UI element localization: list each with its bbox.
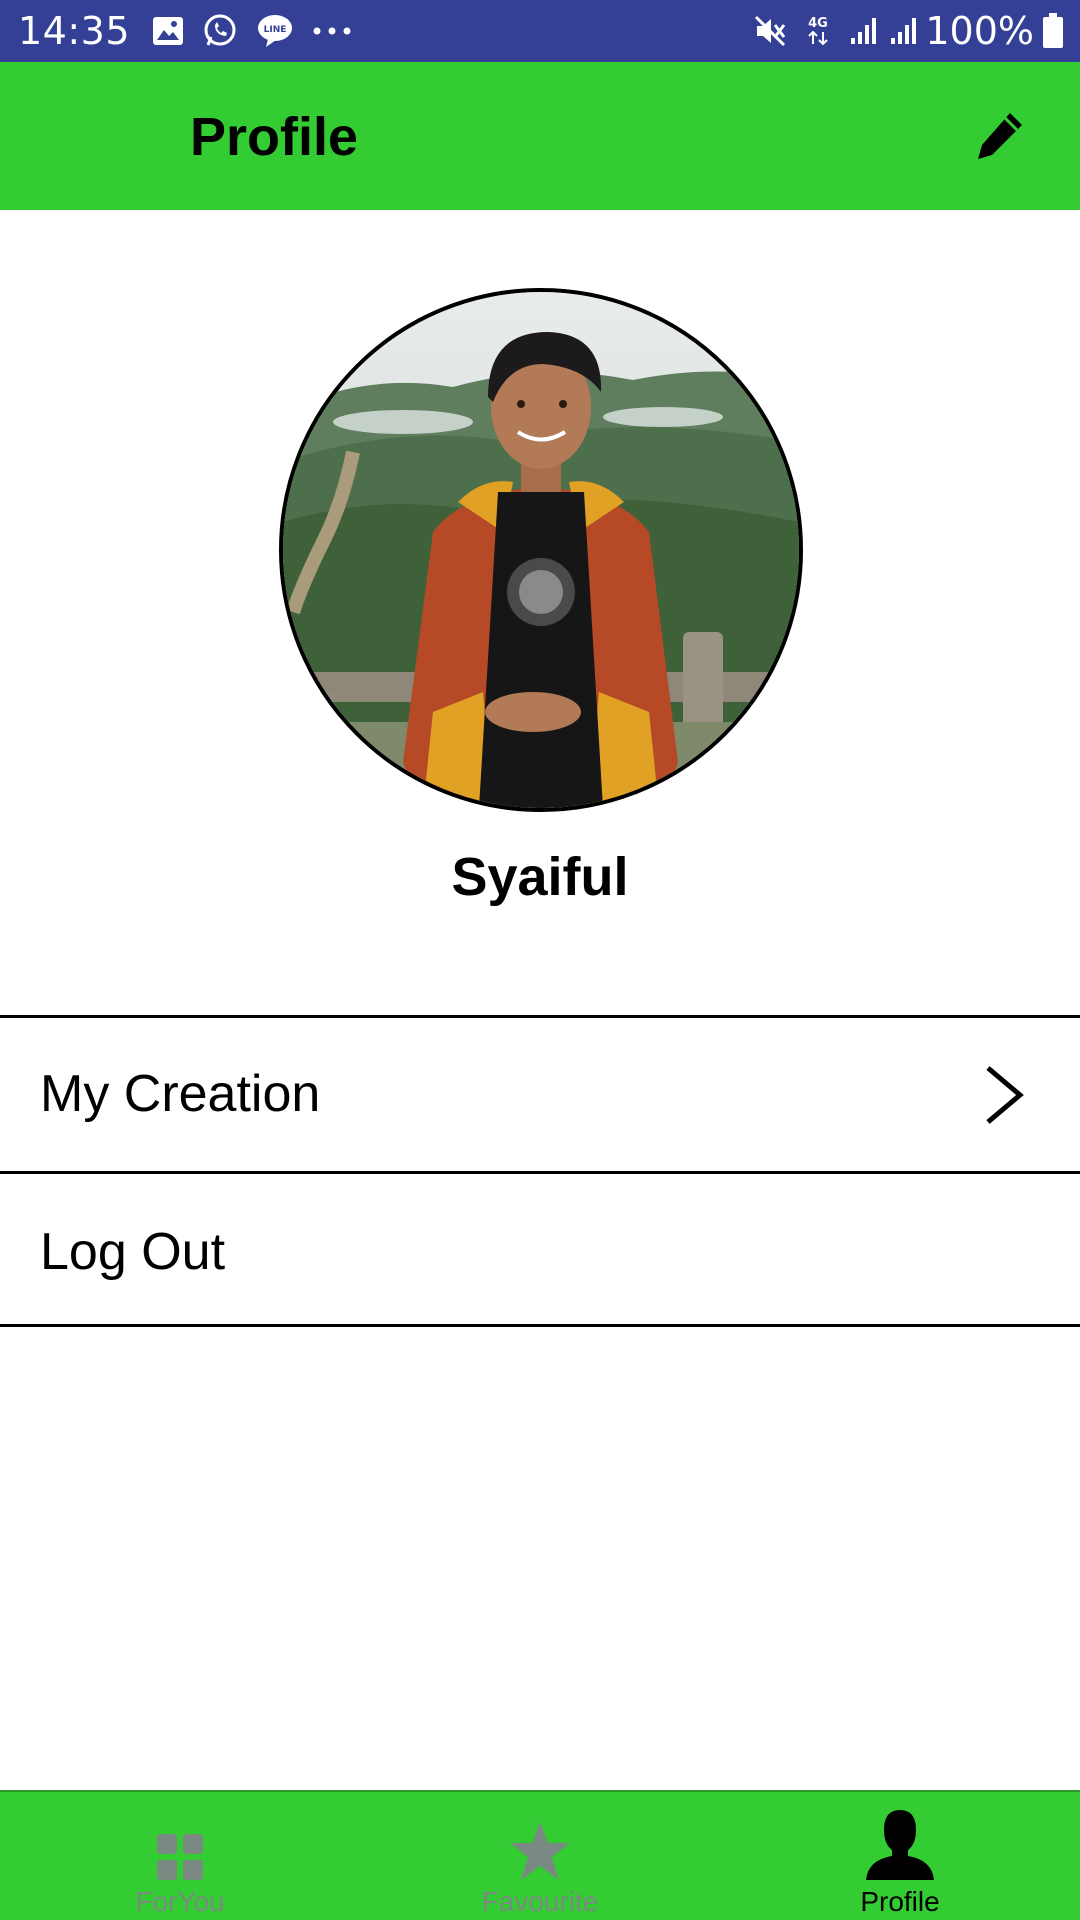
whatsapp-icon (202, 13, 238, 49)
user-name: Syaiful (451, 847, 629, 907)
mute-icon (753, 14, 787, 48)
status-time: 14:35 (18, 9, 131, 53)
my-creation-row[interactable]: My Creation (0, 1018, 1080, 1172)
my-creation-label: My Creation (40, 1065, 321, 1123)
status-left: 14:35 LINE (18, 9, 370, 53)
svg-text:LINE: LINE (264, 25, 287, 35)
line-icon: LINE (256, 13, 294, 49)
chevron-right-icon (982, 1064, 1026, 1131)
nav-label-favourite: Favourite (481, 1886, 599, 1917)
nav-item-foryou[interactable]: ForYou (0, 1792, 360, 1920)
nav-label-profile: Profile (860, 1886, 940, 1917)
divider (0, 1324, 1080, 1327)
pencil-icon (978, 113, 1022, 159)
person-icon (864, 1806, 936, 1882)
app-bar: Profile (0, 62, 1080, 210)
4g-icon: 4G (805, 14, 831, 48)
status-bar: 14:35 LINE 4G 100% (0, 0, 1080, 62)
edit-profile-button[interactable] (970, 102, 1030, 168)
nav-label-foryou: ForYou (135, 1886, 225, 1917)
log-out-label: Log Out (40, 1223, 226, 1281)
battery-percent: 100% (925, 9, 1034, 53)
gallery-icon (152, 16, 184, 46)
grid-icon (155, 1806, 205, 1882)
star-icon (508, 1806, 572, 1882)
more-dots-icon (312, 26, 352, 36)
bottom-nav: ForYou Favourite Profile (0, 1790, 1080, 1920)
profile-photo (283, 292, 799, 808)
nav-item-favourite[interactable]: Favourite (360, 1792, 720, 1920)
battery-icon (1042, 13, 1064, 49)
svg-text:4G: 4G (809, 16, 829, 31)
avatar[interactable] (279, 288, 803, 812)
status-right: 4G 100% (753, 9, 1064, 53)
page-title: Profile (190, 107, 359, 167)
signal-icon (889, 16, 919, 46)
log-out-row[interactable]: Log Out (0, 1174, 1080, 1325)
nav-item-profile[interactable]: Profile (720, 1792, 1080, 1920)
signal-icon (849, 16, 879, 46)
